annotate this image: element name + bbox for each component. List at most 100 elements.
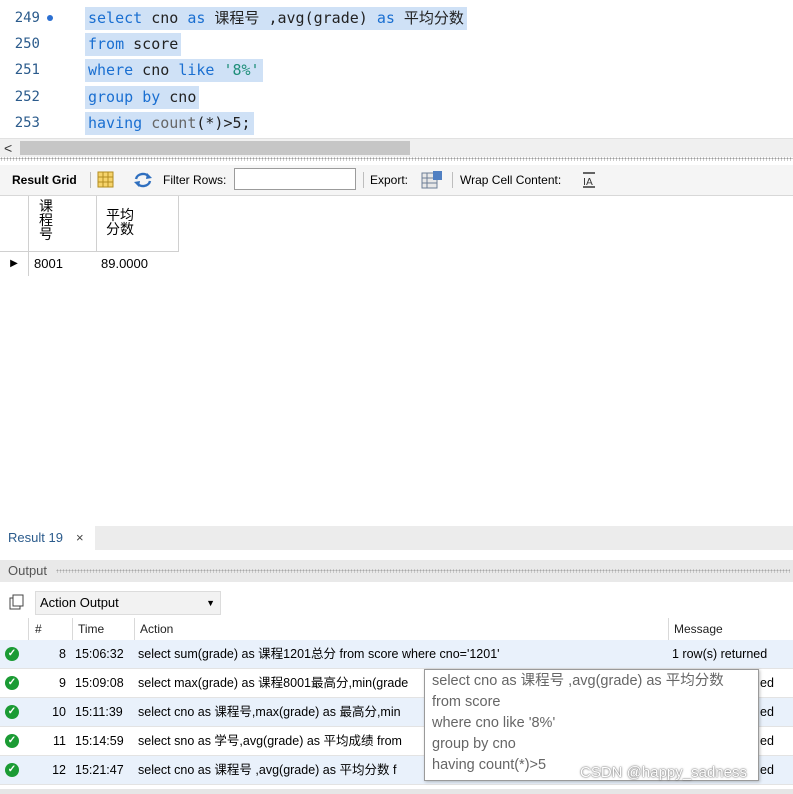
- code-token: group: [88, 88, 134, 106]
- export-label: Export:: [370, 173, 409, 187]
- row-time: 15:06:32: [75, 647, 124, 661]
- sql-editor[interactable]: 249 select cno as 课程号 ,avg(grade) as 平均分…: [0, 0, 793, 138]
- success-check-icon: ✓: [5, 734, 19, 748]
- row-message: ed: [760, 705, 774, 719]
- result-grid-button[interactable]: Result Grid: [12, 165, 77, 195]
- row-number: 12: [52, 763, 66, 777]
- row-header-corner: [0, 196, 29, 252]
- row-message: ed: [760, 763, 774, 777]
- row-number: 11: [53, 734, 66, 748]
- code-text: select cno as 课程号 ,avg(grade) as 平均分数: [85, 7, 467, 30]
- line-number: 253: [14, 115, 40, 131]
- panel-grip[interactable]: [56, 569, 790, 573]
- filter-rows-input[interactable]: [234, 168, 356, 190]
- output-panel-header: Output: [0, 560, 793, 582]
- success-check-icon: ✓: [5, 676, 19, 690]
- column-header-action[interactable]: Action: [134, 618, 668, 640]
- column-header[interactable]: 课 程 号: [29, 196, 97, 252]
- scroll-left-icon[interactable]: <: [4, 139, 12, 157]
- column-header-number[interactable]: #: [28, 618, 72, 640]
- scrollbar-thumb[interactable]: [20, 141, 410, 155]
- output-type-select[interactable]: Action Output ▼: [35, 591, 221, 615]
- tooltip-line: select cno as 课程号 ,avg(grade) as 平均分数: [432, 673, 724, 689]
- line-number: 249: [14, 10, 40, 26]
- row-action: select sno as 学号,avg(grade) as 平均成绩 from: [138, 734, 402, 748]
- column-header[interactable]: 平均 分数: [97, 196, 179, 252]
- column-header-time[interactable]: Time: [72, 618, 134, 640]
- row-number: 10: [52, 705, 66, 719]
- grid-view-icon[interactable]: [97, 171, 114, 188]
- current-row-indicator-icon[interactable]: ▶: [0, 252, 29, 276]
- code-token: 平均分数: [394, 9, 464, 27]
- refresh-icon[interactable]: [133, 171, 153, 189]
- export-icon[interactable]: [421, 170, 443, 190]
- row-message: 1 row(s) returned: [672, 647, 768, 661]
- code-token: as: [187, 9, 206, 27]
- success-check-icon: ✓: [5, 705, 19, 719]
- tab-label: Result 19: [8, 530, 63, 545]
- editor-line[interactable]: 251 where cno like '8%': [0, 57, 793, 83]
- success-check-icon: ✓: [5, 763, 19, 777]
- row-time: 15:09:08: [75, 676, 124, 690]
- editor-line[interactable]: 249 select cno as 课程号 ,avg(grade) as 平均分…: [0, 5, 793, 31]
- code-token: (*)>5;: [196, 114, 251, 132]
- tooltip-line: where cno like '8%': [432, 715, 556, 731]
- code-text: from score: [85, 33, 182, 56]
- divider: [452, 172, 453, 188]
- row-action: select sum(grade) as 课程1201总分 from score…: [138, 647, 500, 661]
- result-toolbar: Result Grid Filter Rows: Export: Wrap Ce…: [0, 165, 793, 196]
- code-text: where cno like '8%': [85, 59, 263, 82]
- copy-icon[interactable]: [9, 594, 25, 610]
- line-number: 251: [14, 62, 40, 78]
- code-text: having count(*)>5;: [85, 112, 254, 135]
- tooltip-line: from score: [432, 694, 501, 710]
- editor-line[interactable]: 252 group by cno: [0, 84, 793, 110]
- divider: [363, 172, 364, 188]
- table-header: # Time Action Message: [0, 618, 793, 641]
- filter-rows-label: Filter Rows:: [163, 173, 227, 187]
- code-token: cno: [133, 61, 179, 79]
- code-token: cno: [160, 88, 197, 106]
- code-token: by: [142, 88, 161, 106]
- row-action: select max(grade) as 课程8001最高分,min(grade: [138, 676, 409, 690]
- close-icon[interactable]: ×: [76, 526, 84, 550]
- code-token: cno: [142, 9, 188, 27]
- table-row[interactable]: ✓ 8 15:06:32 select sum(grade) as 课程1201…: [0, 640, 793, 669]
- wrap-cell-content-label: Wrap Cell Content:: [460, 173, 562, 187]
- row-time: 15:14:59: [75, 734, 124, 748]
- grid-cell[interactable]: 89.0000: [97, 252, 179, 276]
- column-header-message[interactable]: Message: [668, 618, 793, 640]
- wrap-toggle-icon[interactable]: IA: [582, 172, 596, 188]
- code-token: as: [376, 9, 395, 27]
- row-time: 15:21:47: [75, 763, 124, 777]
- row-number: 8: [59, 647, 66, 661]
- code-token: like: [178, 61, 215, 79]
- code-token: where: [88, 61, 134, 79]
- output-toolbar: Action Output ▼: [0, 590, 793, 616]
- previous-line-cut: [70, 0, 610, 3]
- success-check-icon: ✓: [5, 647, 19, 661]
- row-time: 15:11:39: [75, 705, 123, 719]
- grid-cell[interactable]: 8001: [29, 252, 97, 276]
- editor-horizontal-scrollbar[interactable]: <: [0, 138, 793, 157]
- row-number: 9: [59, 676, 66, 690]
- tooltip-line: having count(*)>5: [432, 757, 547, 773]
- taskbar-edge: [0, 789, 793, 794]
- code-text: group by cno: [85, 86, 200, 109]
- output-title: Output: [8, 563, 48, 578]
- editor-line[interactable]: 253 having count(*)>5;: [0, 110, 793, 136]
- row-action: select cno as 课程号,max(grade) as 最高分,min: [138, 705, 401, 719]
- line-number: 250: [14, 36, 40, 52]
- output-type-value: Action Output: [40, 595, 119, 610]
- statement-marker-icon: [47, 15, 53, 21]
- code-token: from: [88, 35, 125, 53]
- divider: [90, 172, 91, 188]
- editor-line[interactable]: 250 from score: [0, 31, 793, 57]
- code-token: (grade): [304, 9, 377, 27]
- tab-result-19[interactable]: Result 19 ×: [0, 526, 95, 550]
- splitter[interactable]: [0, 157, 793, 161]
- dropdown-arrow-icon: ▼: [206, 598, 215, 608]
- row-message: ed: [760, 676, 774, 690]
